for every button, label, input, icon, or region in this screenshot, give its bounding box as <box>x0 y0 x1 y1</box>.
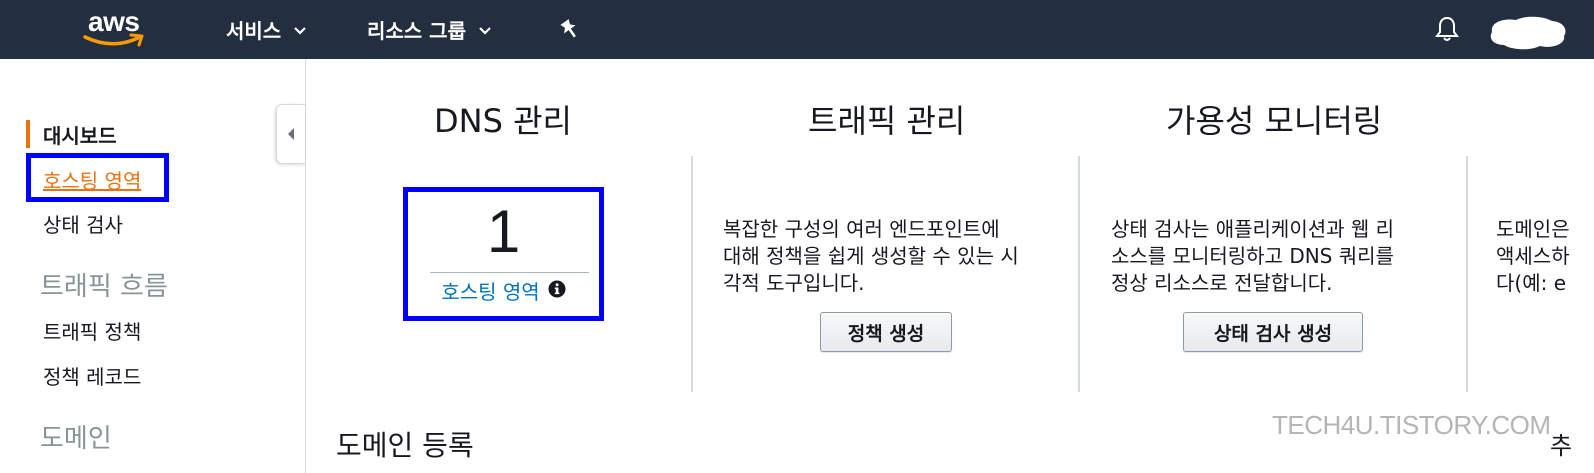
aws-logo[interactable]: aws <box>82 6 152 52</box>
hosted-zones-count: 1 <box>486 198 521 265</box>
nav-services-menu[interactable]: 서비스 <box>226 12 307 46</box>
domain-registration-heading: 도메인 등록 <box>336 429 474 462</box>
create-policy-button[interactable]: 정책 생성 <box>820 312 952 352</box>
description-line: 정상 리소스로 전달합니다. <box>1111 271 1333 295</box>
watermark-text: TECH4U.TISTORY.COM <box>1272 410 1551 440</box>
panel-divider <box>691 156 693 392</box>
description-line: 대해 정책을 쉽게 생성할 수 있는 시 <box>723 244 1019 268</box>
info-icon[interactable] <box>548 280 566 302</box>
chevron-down-icon <box>293 17 307 41</box>
availability-monitoring-description: 상태 검사는 애플리케이션과 웹 리 소스를 모니터링하고 DNS 쿼리를 정상… <box>1111 216 1394 297</box>
hosted-zones-count-card: 1 호스팅 영역 <box>403 187 604 321</box>
description-line: 각적 도구입니다. <box>723 271 865 295</box>
sidebar-item-traffic-policies[interactable]: 트래픽 정책 <box>43 316 141 345</box>
description-line: 소스를 모니터링하고 DNS 쿼리를 <box>1111 244 1394 268</box>
active-item-indicator <box>26 120 30 148</box>
description-line: 다(예: e <box>1496 271 1567 295</box>
right-edge-partial-text: 추 <box>1550 432 1573 460</box>
bell-icon[interactable] <box>1434 15 1460 47</box>
description-line: 액세스하 <box>1496 244 1570 268</box>
aws-smile-icon <box>83 33 144 47</box>
availability-monitoring-title: 가용성 모니터링 <box>1166 102 1383 140</box>
pin-icon[interactable] <box>558 16 582 46</box>
sidebar-heading-traffic-flow: 트래픽 흐름 <box>40 272 168 302</box>
hosted-zones-link[interactable]: 호스팅 영역 <box>441 276 539 305</box>
dns-management-title: DNS 관리 <box>434 102 572 140</box>
highlight-box-hosted-zones <box>26 153 169 202</box>
panel-divider <box>1078 156 1080 392</box>
panel-divider <box>1466 156 1468 392</box>
nav-services-label: 서비스 <box>226 18 282 43</box>
nav-resource-groups-label: 리소스 그룹 <box>367 18 466 43</box>
domain-panel-description-partial: 도메인은 액세스하 다(예: e <box>1496 216 1594 297</box>
traffic-management-description: 복잡한 구성의 여러 엔드포인트에 대해 정책을 쉽게 생성할 수 있는 시 각… <box>723 216 1019 297</box>
create-health-check-button[interactable]: 상태 검사 생성 <box>1183 312 1363 352</box>
left-sidebar: 대시보드 호스팅 영역 상태 검사 트래픽 흐름 트래픽 정책 정책 레코드 도… <box>0 59 306 473</box>
caret-left-icon <box>288 128 294 140</box>
sidebar-item-policy-records[interactable]: 정책 레코드 <box>43 361 141 390</box>
chevron-down-icon <box>478 17 492 41</box>
description-line: 복잡한 구성의 여러 엔드포인트에 <box>723 217 1000 241</box>
sidebar-item-dashboard[interactable]: 대시보드 <box>43 120 117 149</box>
traffic-management-title: 트래픽 관리 <box>808 102 966 140</box>
sidebar-item-health-checks[interactable]: 상태 검사 <box>43 209 123 238</box>
route53-dashboard-page: aws 서비스 리소스 그룹 대시보드 호스팅 영역 상태 검사 트래픽 흐름 … <box>0 0 1594 473</box>
metric-divider <box>430 272 589 273</box>
account-menu-redacted[interactable] <box>1486 12 1568 52</box>
nav-resource-groups-menu[interactable]: 리소스 그룹 <box>367 12 492 46</box>
description-line: 상태 검사는 애플리케이션과 웹 리 <box>1111 217 1395 241</box>
description-line: 도메인은 <box>1496 217 1570 241</box>
sidebar-collapse-button[interactable] <box>276 104 305 164</box>
sidebar-heading-domains: 도메인 <box>40 424 112 454</box>
top-navigation-bar: aws 서비스 리소스 그룹 <box>0 0 1594 59</box>
metric-label-row: 호스팅 영역 <box>408 276 599 305</box>
